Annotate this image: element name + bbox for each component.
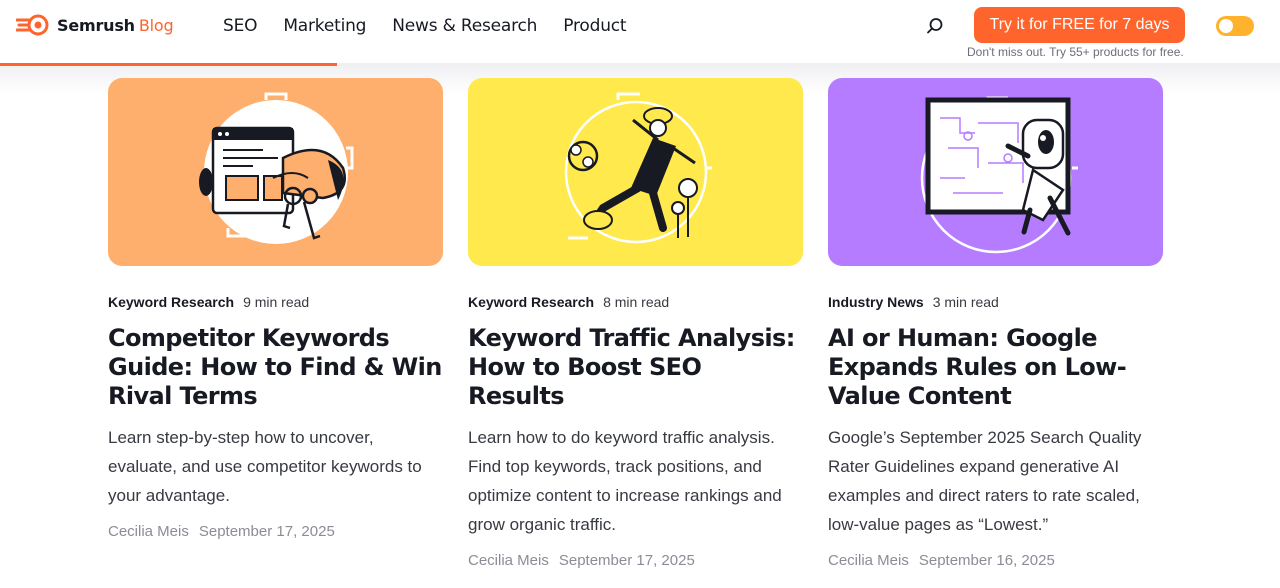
article-card: Keyword Research 8 min read Keyword Traff… bbox=[468, 78, 803, 571]
article-byline: Cecilia Meis September 16, 2025 bbox=[828, 551, 1163, 571]
search-icon[interactable] bbox=[925, 16, 945, 36]
nav-item-news-research[interactable]: News & Research bbox=[392, 14, 537, 38]
read-time: 3 min read bbox=[932, 294, 999, 310]
article-meta: Industry News 3 min read bbox=[828, 293, 1163, 311]
publish-date: September 17, 2025 bbox=[198, 523, 335, 540]
main-nav: SEO Marketing News & Research Product bbox=[223, 14, 652, 38]
article-title[interactable]: Competitor Keywords Guide: How to Find &… bbox=[108, 324, 443, 411]
author-link[interactable]: Cecilia Meis bbox=[828, 552, 909, 569]
nav-item-seo[interactable]: SEO bbox=[223, 14, 258, 38]
article-image[interactable] bbox=[108, 78, 443, 266]
article-title[interactable]: Keyword Traffic Analysis: How to Boost S… bbox=[468, 324, 803, 411]
article-description: Learn how to do keyword traffic analysis… bbox=[468, 428, 782, 534]
author-link[interactable]: Cecilia Meis bbox=[108, 523, 189, 540]
category-link[interactable]: Industry News bbox=[828, 294, 924, 310]
nav-item-marketing[interactable]: Marketing bbox=[283, 14, 366, 38]
author-link[interactable]: Cecilia Meis bbox=[468, 552, 549, 569]
robot-illustration bbox=[828, 78, 1163, 266]
read-time: 9 min read bbox=[243, 294, 310, 310]
article-meta: Keyword Research 8 min read bbox=[468, 293, 803, 311]
toggle-knob bbox=[1219, 19, 1233, 33]
read-time: 8 min read bbox=[603, 294, 670, 310]
semrush-blog-logo[interactable]: Semrush Blog bbox=[16, 12, 174, 38]
article-card: Industry News 3 min read AI or Human: Goo… bbox=[828, 78, 1163, 571]
logo-text: Semrush Blog bbox=[57, 15, 174, 35]
publish-date: September 17, 2025 bbox=[558, 552, 695, 569]
article-description: Google’s September 2025 Search Quality R… bbox=[828, 428, 1142, 534]
publish-date: September 16, 2025 bbox=[918, 552, 1055, 569]
logo-section: Blog bbox=[138, 15, 174, 35]
site-header: Semrush Blog SEO Marketing News & Researc… bbox=[0, 0, 1280, 66]
article-image[interactable] bbox=[468, 78, 803, 266]
free-trial-subtext: Don't miss out. Try 55+ products for fre… bbox=[967, 45, 1184, 59]
semrush-logo-icon bbox=[16, 14, 49, 36]
article-card: Keyword Research 9 min read Competitor Ke… bbox=[108, 78, 443, 542]
article-image[interactable] bbox=[828, 78, 1163, 266]
logo-brand: Semrush bbox=[57, 15, 135, 35]
article-meta: Keyword Research 9 min read bbox=[108, 293, 443, 311]
article-byline: Cecilia Meis September 17, 2025 bbox=[468, 551, 803, 571]
nav-item-product[interactable]: Product bbox=[563, 14, 626, 38]
category-link[interactable]: Keyword Research bbox=[468, 294, 594, 310]
theme-toggle[interactable] bbox=[1216, 16, 1254, 36]
free-trial-button[interactable]: Try it for FREE for 7 days bbox=[974, 7, 1185, 43]
category-link[interactable]: Keyword Research bbox=[108, 294, 234, 310]
article-byline: Cecilia Meis September 17, 2025 bbox=[108, 522, 443, 542]
article-title[interactable]: AI or Human: Google Expands Rules on Low… bbox=[828, 324, 1163, 411]
keys-illustration bbox=[108, 78, 443, 266]
article-description: Learn step-by-step how to uncover, evalu… bbox=[108, 428, 422, 505]
running-man-illustration bbox=[468, 78, 803, 266]
